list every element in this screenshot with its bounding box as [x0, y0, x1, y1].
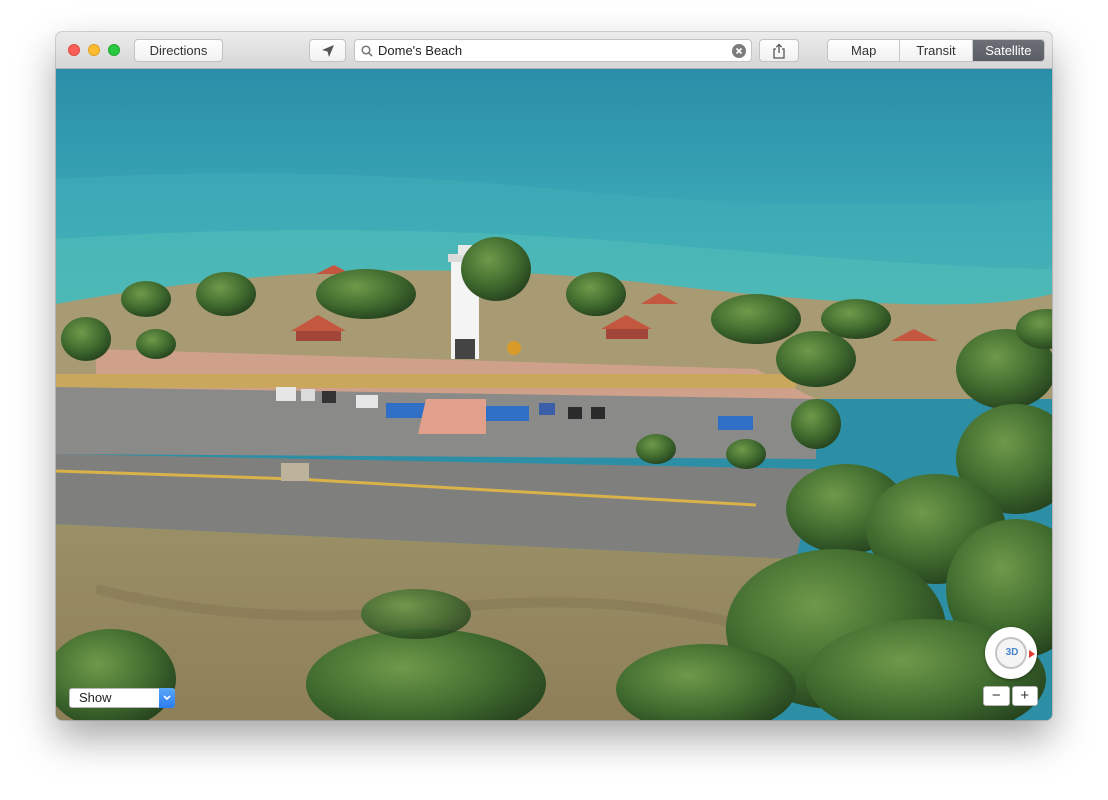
satellite-map[interactable] [56, 69, 1052, 720]
zoom-out-button[interactable]: − [983, 686, 1010, 706]
search-field[interactable]: Dome's Beach [354, 39, 752, 62]
search-icon [361, 45, 373, 57]
search-input[interactable]: Dome's Beach [378, 43, 462, 58]
tab-satellite[interactable]: Satellite [972, 40, 1044, 61]
minimize-window-button[interactable] [88, 44, 100, 56]
maps-window: Directions Dome's Beach Map Transit Sate… [56, 32, 1052, 720]
tab-transit[interactable]: Transit [900, 40, 973, 61]
landmark-pin-icon[interactable] [507, 341, 521, 355]
compass-needle-icon [1029, 650, 1035, 658]
map-type-segmented-control: Map Transit Satellite [827, 39, 1045, 62]
location-arrow-icon [321, 45, 334, 57]
directions-button[interactable]: Directions [134, 39, 223, 62]
zoom-controls: − + [983, 686, 1038, 706]
show-dropdown[interactable]: Show [69, 688, 175, 708]
zoom-window-button[interactable] [108, 44, 120, 56]
zoom-in-button[interactable]: + [1011, 686, 1038, 706]
clear-icon[interactable] [732, 44, 746, 58]
current-location-button[interactable] [309, 39, 346, 62]
compass-3d-label: 3D [1005, 647, 1019, 658]
toolbar: Directions Dome's Beach Map Transit Sate… [56, 32, 1052, 69]
compass-dial: 3D [995, 637, 1027, 669]
share-icon [773, 43, 785, 59]
compass-3d-button[interactable]: 3D [985, 627, 1037, 679]
share-button[interactable] [759, 39, 799, 62]
tab-map[interactable]: Map [828, 40, 901, 61]
close-window-button[interactable] [68, 44, 80, 56]
chevron-down-icon [159, 688, 175, 708]
show-dropdown-label: Show [79, 690, 112, 705]
